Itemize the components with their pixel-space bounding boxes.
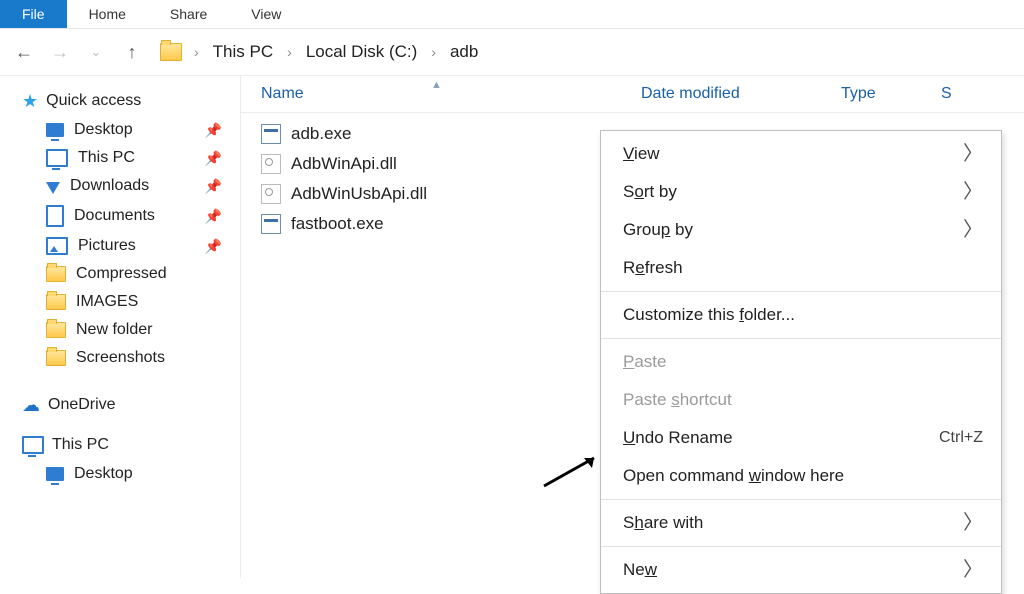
sidebar-item-label: Desktop <box>74 121 133 139</box>
folder-icon <box>160 43 182 61</box>
submenu-arrow-icon: 〉 <box>963 512 983 534</box>
separator <box>601 338 1001 339</box>
pic-icon <box>46 237 68 255</box>
sidebar-item-this-pc[interactable]: This PC 📌 <box>0 144 240 172</box>
file-name: AdbWinUsbApi.dll <box>291 184 427 204</box>
chevron-right-icon: › <box>427 44 440 60</box>
monitor-icon <box>46 149 68 167</box>
sidebar-item-label: Compressed <box>76 265 167 283</box>
separator <box>601 291 1001 292</box>
desktop-icon <box>46 123 64 137</box>
context-menu: View 〉 Sort by 〉 Group by 〉 Refresh Cust… <box>600 130 1002 594</box>
pin-icon: 📌 <box>205 208 222 225</box>
sidebar-item-label: New folder <box>76 321 152 339</box>
submenu-arrow-icon: 〉 <box>963 559 983 581</box>
column-type[interactable]: Type <box>841 85 941 103</box>
ctx-paste-shortcut: Paste shortcut <box>601 381 1001 419</box>
tab-view[interactable]: View <box>229 0 303 28</box>
folder-icon <box>46 322 66 338</box>
sidebar-item-new-folder[interactable]: New folder <box>0 316 240 344</box>
pin-icon: 📌 <box>205 178 222 195</box>
ctx-new[interactable]: New 〉 <box>601 551 1001 589</box>
file-name: adb.exe <box>291 124 352 144</box>
exe-file-icon <box>261 124 281 144</box>
sidebar-item-images[interactable]: IMAGES <box>0 288 240 316</box>
dll-file-icon <box>261 154 281 174</box>
crumb-disk[interactable]: Local Disk (C:) <box>304 40 419 64</box>
submenu-arrow-icon: 〉 <box>963 219 983 241</box>
tab-home[interactable]: Home <box>67 0 148 28</box>
ctx-share-with[interactable]: Share with 〉 <box>601 504 1001 542</box>
shortcut-label: Ctrl+Z <box>939 427 983 449</box>
folder-icon <box>46 266 66 282</box>
sidebar-item-downloads[interactable]: Downloads 📌 <box>0 172 240 200</box>
chevron-right-icon: › <box>190 44 203 60</box>
sidebar-item-label: Desktop <box>74 465 133 483</box>
ctx-undo-rename[interactable]: Undo Rename Ctrl+Z <box>601 419 1001 457</box>
ctx-refresh[interactable]: Refresh <box>601 249 1001 287</box>
column-name[interactable]: Name ▲ <box>241 85 641 103</box>
sidebar-item-label: Pictures <box>78 237 136 255</box>
sidebar-quick-access[interactable]: ★ Quick access <box>0 86 240 116</box>
ctx-view[interactable]: View 〉 <box>601 135 1001 173</box>
sidebar-item-documents[interactable]: Documents 📌 <box>0 200 240 232</box>
sidebar-item-label: Documents <box>74 207 155 225</box>
ctx-paste: Paste <box>601 343 1001 381</box>
column-size[interactable]: S <box>941 85 1024 103</box>
doc-icon <box>46 205 64 227</box>
nav-up[interactable]: ↑ <box>118 38 146 66</box>
ctx-group-by[interactable]: Group by 〉 <box>601 211 1001 249</box>
submenu-arrow-icon: 〉 <box>963 181 983 203</box>
ribbon-tabs: File Home Share View <box>0 0 1024 29</box>
crumb-this-pc[interactable]: This PC <box>211 40 275 64</box>
sidebar-item-label: IMAGES <box>76 293 138 311</box>
pin-icon: 📌 <box>205 150 222 167</box>
ctx-open-command-window[interactable]: Open command window here <box>601 457 1001 495</box>
exe-file-icon <box>261 214 281 234</box>
separator <box>601 546 1001 547</box>
nav-back[interactable]: ← <box>10 38 38 66</box>
pin-icon: 📌 <box>205 122 222 139</box>
sidebar-item-desktop[interactable]: Desktop 📌 <box>0 116 240 144</box>
nav-recent[interactable]: ⌄ <box>82 38 110 66</box>
cloud-icon: ☁ <box>22 397 40 413</box>
pin-icon: 📌 <box>205 238 222 255</box>
dll-file-icon <box>261 184 281 204</box>
submenu-arrow-icon: 〉 <box>963 143 983 165</box>
tab-file[interactable]: File <box>0 0 67 28</box>
tab-share[interactable]: Share <box>148 0 229 28</box>
sidebar-item-desktop[interactable]: Desktop <box>0 460 240 488</box>
sidebar-item-screenshots[interactable]: Screenshots <box>0 344 240 372</box>
sidebar-item-compressed[interactable]: Compressed <box>0 260 240 288</box>
quick-access-label: Quick access <box>46 92 141 110</box>
column-date-modified[interactable]: Date modified <box>641 85 841 103</box>
sidebar-item-label: Downloads <box>70 177 149 195</box>
file-name: AdbWinApi.dll <box>291 154 397 174</box>
chevron-right-icon: › <box>283 44 296 60</box>
nav-forward: → <box>46 38 74 66</box>
folder-icon <box>46 294 66 310</box>
monitor-icon <box>22 436 44 454</box>
sidebar: ★ Quick access Desktop📌This PC📌Downloads… <box>0 76 241 578</box>
file-name: fastboot.exe <box>291 214 384 234</box>
crumb-folder[interactable]: adb <box>448 40 480 64</box>
this-pc-label: This PC <box>52 436 109 454</box>
down-icon <box>46 182 60 194</box>
separator <box>601 499 1001 500</box>
sidebar-onedrive[interactable]: ☁ OneDrive <box>0 390 240 420</box>
sidebar-item-label: This PC <box>78 149 135 167</box>
ctx-customize-folder[interactable]: Customize this folder... <box>601 296 1001 334</box>
folder-icon <box>46 350 66 366</box>
sidebar-item-label: Screenshots <box>76 349 165 367</box>
star-icon: ★ <box>22 93 38 109</box>
onedrive-label: OneDrive <box>48 396 116 414</box>
nav-row: ← → ⌄ ↑ › This PC › Local Disk (C:) › ad… <box>0 29 1024 76</box>
sort-asc-icon: ▲ <box>431 79 442 91</box>
ctx-sort-by[interactable]: Sort by 〉 <box>601 173 1001 211</box>
sidebar-this-pc[interactable]: This PC <box>0 430 240 460</box>
sidebar-item-pictures[interactable]: Pictures 📌 <box>0 232 240 260</box>
column-headers: Name ▲ Date modified Type S <box>241 76 1024 113</box>
desktop-icon <box>46 467 64 481</box>
